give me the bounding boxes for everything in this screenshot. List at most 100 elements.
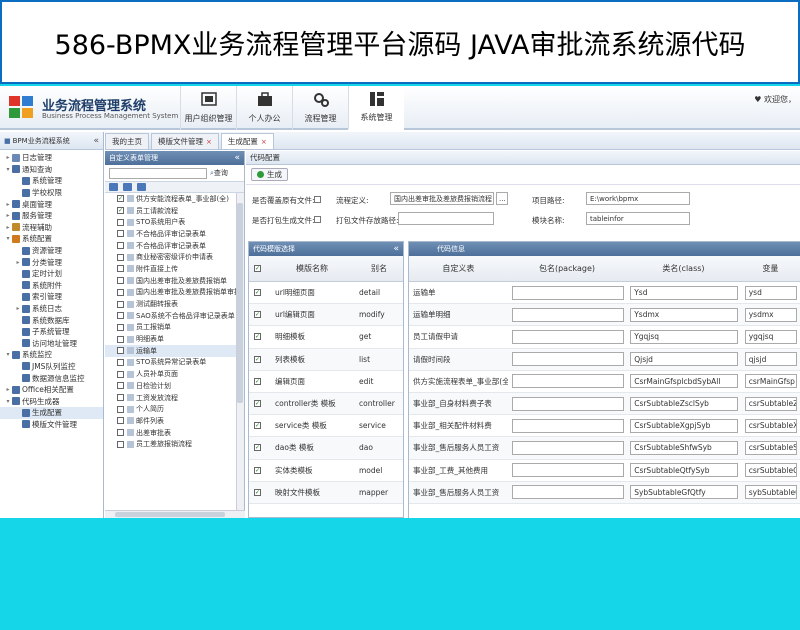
class-input[interactable]: CsrMainGfsplcbdSybAll: [630, 374, 739, 389]
item-checkbox[interactable]: [117, 347, 124, 355]
flow-def-picker-button[interactable]: ...: [496, 192, 508, 205]
item-checkbox[interactable]: [117, 253, 124, 261]
list-item[interactable]: 工资发放流程: [105, 392, 244, 404]
collapse-icon[interactable]: «: [93, 136, 99, 146]
variable-input[interactable]: sybSubtableG: [744, 485, 797, 500]
item-checkbox[interactable]: [117, 265, 124, 273]
sidebar-item[interactable]: 资源管理: [0, 245, 103, 257]
sidebar-item[interactable]: ▸ 系统日志: [0, 303, 103, 315]
item-checkbox[interactable]: [117, 230, 124, 238]
list-item[interactable]: STO系统用户表: [105, 216, 244, 228]
list-item[interactable]: ✓ 员工请款流程: [105, 205, 244, 217]
list-item[interactable]: 个人简历: [105, 403, 244, 415]
sidebar-item[interactable]: 子系统管理: [0, 326, 103, 338]
expand-arrow-icon[interactable]: ▸: [4, 386, 12, 393]
variable-input[interactable]: ysdmx: [744, 307, 797, 322]
sidebar-item[interactable]: ▾ 通知查询: [0, 164, 103, 176]
table-row[interactable]: ✓ 映射文件模板 mapper: [249, 481, 403, 504]
nav-process-mgmt[interactable]: 流程管理: [292, 86, 348, 130]
sidebar-item[interactable]: 索引管理: [0, 291, 103, 303]
expand-arrow-icon[interactable]: ▸: [4, 201, 12, 208]
generate-button[interactable]: 生成: [251, 168, 288, 181]
expand-arrow-icon[interactable]: ▸: [14, 259, 22, 266]
package-input[interactable]: [511, 307, 624, 322]
package-input[interactable]: [511, 463, 624, 478]
item-checkbox[interactable]: ✓: [117, 207, 124, 215]
collapse-icon[interactable]: «: [393, 244, 399, 254]
horizontal-scrollbar[interactable]: [105, 510, 245, 518]
item-checkbox[interactable]: [117, 242, 124, 250]
nav-system-mgmt[interactable]: 系统管理: [348, 86, 404, 130]
class-input[interactable]: CsrSubtableShfwSyb: [630, 440, 739, 455]
row-checkbox[interactable]: ✓: [254, 289, 261, 297]
item-checkbox[interactable]: [117, 417, 124, 425]
item-checkbox[interactable]: [117, 312, 124, 320]
row-checkbox[interactable]: ✓: [254, 444, 261, 452]
sidebar-item[interactable]: ▾ 系统配置: [0, 233, 103, 245]
class-input[interactable]: CsrSubtableXgpjSyb: [630, 418, 739, 433]
sidebar-item[interactable]: ▸ Office相关配置: [0, 384, 103, 396]
table-row[interactable]: ✓ url编辑页面 modify: [249, 304, 403, 327]
table-row[interactable]: 事业部_工费_其他费用 CsrSubtableQtfySyb csrSubtable…: [409, 460, 800, 482]
row-checkbox[interactable]: ✓: [254, 400, 261, 408]
package-input[interactable]: [511, 418, 624, 433]
table-row[interactable]: ✓ controller类 模板 controller: [249, 392, 403, 416]
list-item[interactable]: 日检验计划: [105, 380, 244, 392]
table-row[interactable]: 请假时间段 Qjsjd qjsjd: [409, 348, 800, 371]
item-checkbox[interactable]: [117, 382, 124, 390]
table-row[interactable]: 运输单 Ysd ysd: [409, 282, 800, 305]
item-checkbox[interactable]: [117, 288, 124, 296]
project-path-input[interactable]: E:\work\bpmx: [586, 192, 690, 205]
package-input[interactable]: [511, 285, 624, 300]
sidebar-item[interactable]: 系统附件: [0, 280, 103, 292]
nav-user-org[interactable]: 用户组织管理: [180, 86, 236, 130]
variable-input[interactable]: ygqjsq: [744, 329, 797, 344]
class-input[interactable]: SybSubtableGfQtfy: [630, 485, 739, 500]
variable-input[interactable]: csrSubtableQ: [744, 463, 797, 478]
list-item[interactable]: SAO系统不合格品评审记录表单: [105, 310, 244, 322]
search-button[interactable]: ⌕查询: [210, 168, 228, 178]
collapse-icon[interactable]: «: [234, 153, 240, 163]
package-input[interactable]: [511, 374, 624, 389]
item-checkbox[interactable]: [117, 358, 124, 366]
list-item[interactable]: STO系统异常记录表单: [105, 357, 244, 369]
expand-icon[interactable]: [123, 183, 132, 191]
table-row[interactable]: ✓ service类 模板 service: [249, 415, 403, 438]
row-checkbox[interactable]: ✓: [254, 466, 261, 474]
sidebar-item[interactable]: ▾ 系统监控: [0, 349, 103, 361]
class-input[interactable]: Ysd: [630, 285, 739, 300]
nav-personal-office[interactable]: 个人办公: [236, 86, 292, 130]
table-row[interactable]: ✓ 编辑页面 edit: [249, 371, 403, 393]
list-item[interactable]: 邮件列表: [105, 415, 244, 427]
item-checkbox[interactable]: [117, 394, 124, 402]
item-checkbox[interactable]: [117, 440, 124, 448]
item-checkbox[interactable]: [117, 300, 124, 308]
overwrite-checkbox[interactable]: [314, 196, 321, 203]
package-input[interactable]: [511, 396, 624, 411]
list-item[interactable]: ✓ 供方安能流程表单_事业部(全): [105, 193, 244, 205]
table-row[interactable]: 员工请假申请 Ygqjsq ygqjsq: [409, 326, 800, 349]
class-input[interactable]: CsrSubtableZsclSyb: [630, 396, 739, 411]
class-input[interactable]: Ygqjsq: [630, 329, 739, 344]
sidebar-item[interactable]: 访问地址管理: [0, 338, 103, 350]
sidebar-item[interactable]: ▸ 桌面管理: [0, 198, 103, 210]
sidebar-item[interactable]: 生成配置: [0, 407, 103, 419]
package-input[interactable]: [511, 329, 624, 344]
item-checkbox[interactable]: [117, 429, 124, 437]
folder-icon[interactable]: [137, 183, 146, 191]
package-input[interactable]: [511, 352, 624, 367]
class-input[interactable]: CsrSubtableQtfySyb: [630, 463, 739, 478]
package-input[interactable]: [511, 485, 624, 500]
list-item[interactable]: 人员补单页面: [105, 368, 244, 380]
row-checkbox[interactable]: ✓: [254, 355, 261, 363]
class-input[interactable]: Ysdmx: [630, 307, 739, 322]
list-item[interactable]: 商业秘密密级评价申请表: [105, 251, 244, 263]
table-row[interactable]: ✓ url明细页面 detail: [249, 282, 403, 305]
expand-arrow-icon[interactable]: ▾: [4, 235, 12, 242]
variable-input[interactable]: ysd: [744, 285, 797, 300]
table-row[interactable]: ✓ dao类 模板 dao: [249, 437, 403, 460]
list-item[interactable]: 国内出差审批及差旅费报销单审批: [105, 287, 244, 299]
module-input[interactable]: tableinfor: [586, 212, 690, 225]
list-item[interactable]: 附件直接上传: [105, 263, 244, 275]
table-row[interactable]: 事业部_售后服务人员工资 CsrSubtableShfwSyb csrSubtabl…: [409, 437, 800, 460]
